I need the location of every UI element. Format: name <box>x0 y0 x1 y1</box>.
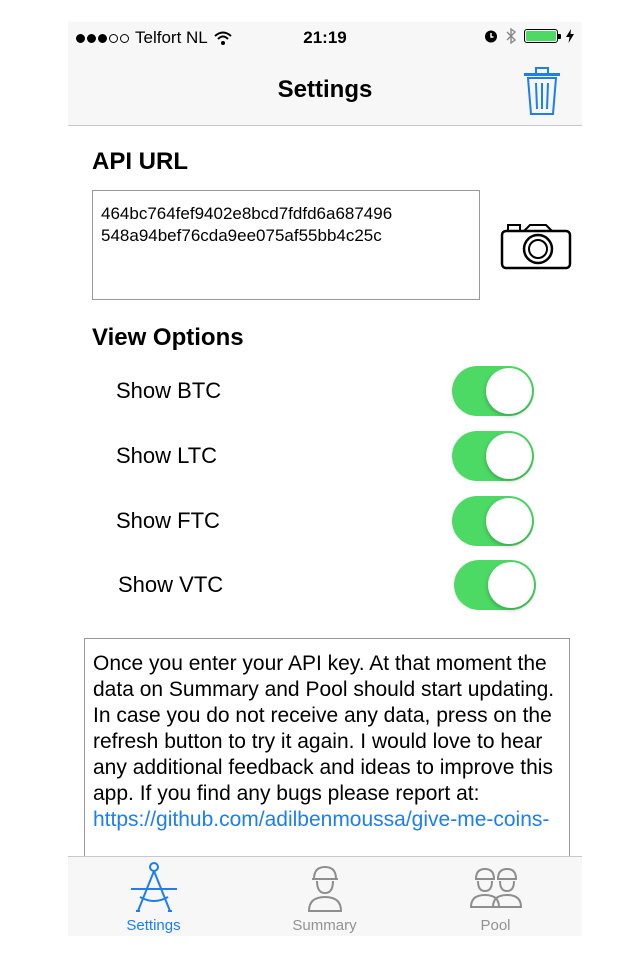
tab-settings[interactable]: Settings <box>68 857 239 936</box>
info-text-view[interactable]: Once you enter your API key. At that mom… <box>84 638 570 858</box>
show-btc-toggle[interactable] <box>452 366 534 416</box>
api-url-heading: API URL <box>92 148 188 175</box>
show-vtc-toggle[interactable] <box>454 560 536 610</box>
option-label: Show BTC <box>116 378 222 403</box>
camera-icon <box>500 224 572 270</box>
alarm-icon <box>485 30 497 43</box>
status-bar: Telfort NL 21:19 <box>68 22 582 58</box>
miners-group-icon <box>469 867 522 908</box>
show-ftc-toggle[interactable] <box>452 496 534 546</box>
miner-icon <box>307 865 342 912</box>
option-label: Show LTC <box>116 443 218 468</box>
navigation-bar: Settings <box>68 58 582 126</box>
api-url-field[interactable]: 464bc764fef9402e8bcd7fdfd6a687496 548a94… <box>92 190 480 300</box>
option-label: Show FTC <box>116 508 220 533</box>
tab-label: Summary <box>292 917 357 934</box>
option-row-btc: Show BTC <box>68 362 582 422</box>
scan-qr-button[interactable] <box>500 222 572 270</box>
option-label: Show VTC <box>118 572 224 597</box>
status-right <box>484 28 574 44</box>
info-text: Once you enter your API key. At that mom… <box>93 652 555 805</box>
charging-icon <box>566 29 574 43</box>
option-row-ltc: Show LTC <box>68 427 582 487</box>
bluetooth-icon <box>506 28 516 44</box>
show-ltc-toggle[interactable] <box>452 431 534 481</box>
tab-label: Pool <box>480 917 511 934</box>
tab-summary[interactable]: Summary <box>239 857 410 936</box>
view-options-heading: View Options <box>92 324 244 351</box>
trash-icon <box>524 67 560 115</box>
delete-button[interactable] <box>522 66 562 118</box>
bug-report-link[interactable]: https://github.com/adilbenmoussa/give-me… <box>93 808 549 831</box>
tab-pool[interactable]: Pool <box>410 857 581 936</box>
compass-icon <box>130 862 177 912</box>
option-row-ftc: Show FTC <box>68 492 582 552</box>
option-row-vtc: Show VTC <box>68 556 582 616</box>
page-title: Settings <box>277 76 373 103</box>
battery-icon <box>524 29 561 43</box>
tab-label: Settings <box>126 917 181 934</box>
tab-bar: Settings Summary Pool <box>68 856 582 936</box>
app-screen: Telfort NL 21:19 Settings API URL 464bc7… <box>68 22 582 936</box>
